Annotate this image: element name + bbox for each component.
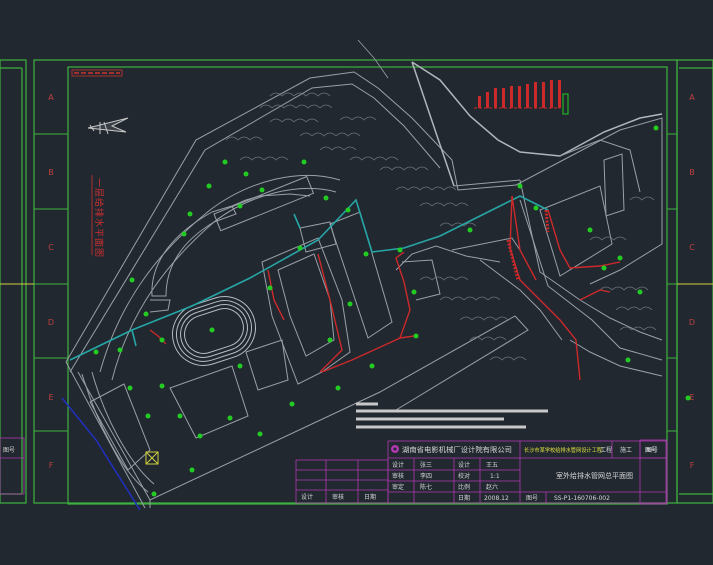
scale-label: 比例	[458, 483, 470, 491]
zone-label-a-right: A	[689, 93, 695, 102]
design-label: 设计	[458, 461, 470, 469]
scale-value: 1:1	[490, 473, 500, 480]
sheet-tag	[71, 69, 123, 77]
drawn-by-value: 张三	[420, 461, 432, 469]
drawn-by-label: 设计	[392, 461, 404, 469]
project-name: 长沙市某学校给排水管网设计工程	[524, 446, 602, 454]
drainage-pipe	[149, 195, 621, 381]
design-value: 王五	[486, 462, 498, 469]
revision-header-3: 日期	[364, 493, 376, 501]
stage-label: 工程	[600, 446, 612, 454]
left-sheet-tag: 图号	[3, 447, 15, 454]
zone-label-c-right: C	[689, 243, 695, 252]
revision-header-2: 审核	[332, 493, 344, 501]
drawing-title-vertical: 一层给排水平面图	[93, 178, 105, 258]
general-notes	[356, 402, 548, 429]
date-label: 日期	[458, 494, 470, 502]
site-plan	[65, 39, 663, 509]
sheet-title: 室外给排水管网总平面图	[556, 471, 633, 480]
zone-label-f-right: F	[690, 461, 695, 470]
revision-header-1: 设计	[301, 493, 313, 501]
date-value: 2008.12	[484, 495, 509, 502]
zone-label-d-right: D	[689, 318, 695, 327]
check-label: 校对	[458, 472, 470, 480]
water-main-pipe	[69, 195, 549, 361]
sheet-no-value: SS-P1-160706-002	[554, 495, 610, 502]
cad-drawing-canvas: A B C D E F A B C D E F 一层给排水平面图 图号 图号 设…	[0, 39, 713, 511]
zone-label-d: D	[48, 318, 54, 327]
zone-label-b-right: B	[689, 168, 695, 177]
company-logo-icon	[391, 445, 399, 453]
zone-labels-left: A B C D E F	[48, 93, 54, 470]
stage-corner-label: 图号	[646, 447, 658, 454]
drainage-labels	[506, 209, 550, 281]
zone-label-a: A	[48, 93, 54, 102]
north-arrow-icon	[87, 117, 129, 135]
checker-value: 李四	[420, 472, 432, 480]
sheet-no-label: 图号	[526, 495, 538, 502]
zone-label-c: C	[48, 243, 54, 252]
zone-labels-right: A B C D E F	[689, 93, 695, 470]
zone-label-e: E	[48, 393, 53, 402]
zone-label-b: B	[48, 168, 54, 177]
approve-value: 陈七	[420, 483, 432, 491]
zone-ticks	[0, 133, 713, 432]
check-value: 赵六	[486, 483, 498, 491]
zone-label-f: F	[49, 461, 54, 470]
company-name: 湖南省电影机械厂设计院有限公司	[402, 445, 512, 454]
approve-label: 审定	[392, 483, 404, 491]
legend-block	[474, 80, 569, 115]
stage-value: 施工	[620, 446, 632, 454]
checker-label: 审核	[392, 472, 404, 480]
